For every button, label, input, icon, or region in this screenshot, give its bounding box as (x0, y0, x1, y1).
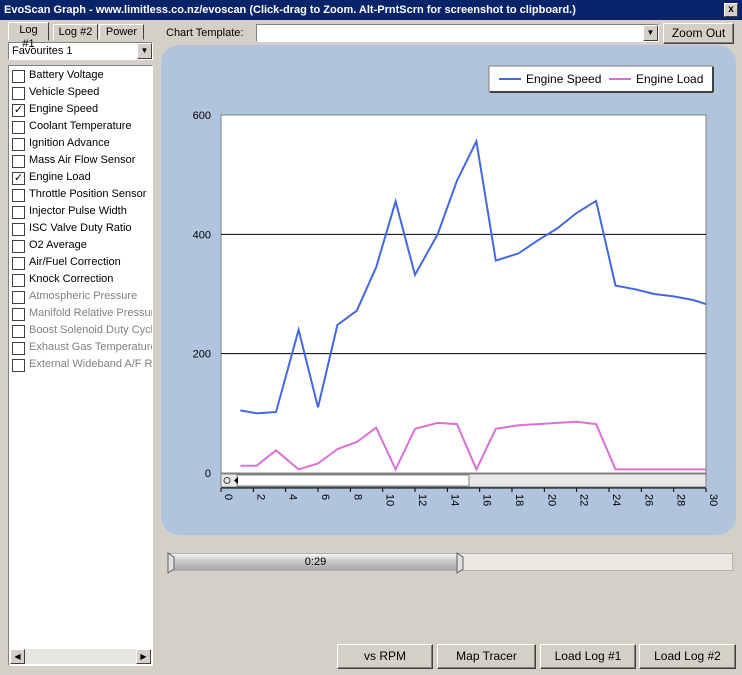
sensor-checkbox[interactable] (12, 206, 25, 219)
sensor-checkbox[interactable] (12, 274, 25, 287)
x-axis-scroll-thumb (236, 474, 470, 487)
sensor-label: External Wideband A/F Ratio (29, 358, 153, 370)
chevron-down-icon[interactable]: ▼ (643, 25, 658, 41)
sensor-label: Engine Speed (29, 103, 99, 115)
x-tick-label: 24 (610, 494, 622, 506)
x-tick-label: 6 (319, 494, 331, 500)
x-tick-label: 26 (642, 494, 654, 506)
x-tick-label: 30 (707, 494, 719, 506)
chart-template-label: Chart Template: (166, 27, 244, 39)
sensor-label: Ignition Advance (29, 137, 110, 149)
sensor-checkbox[interactable]: ✓ (12, 104, 25, 117)
tab-power[interactable]: Power (99, 24, 144, 40)
zoom-out-button[interactable]: Zoom Out (663, 23, 734, 44)
sensor-label: Coolant Temperature (29, 120, 132, 132)
sensor-checkbox[interactable] (12, 155, 25, 168)
y-tick-label: 400 (193, 229, 211, 241)
x-tick-label: 18 (513, 494, 525, 506)
window-title: EvoScan Graph - www.limitless.co.nz/evos… (4, 4, 576, 16)
x-tick-label: 14 (448, 494, 460, 506)
time-slider[interactable]: 0:29 (167, 552, 733, 574)
x-tick-label: 20 (545, 494, 557, 506)
y-tick-label: 200 (193, 349, 211, 361)
sensor-label: Air/Fuel Correction (29, 256, 121, 268)
y-tick-label: 0 (205, 468, 211, 480)
sensor-label: Knock Correction (29, 273, 114, 285)
close-button[interactable]: x (724, 3, 738, 17)
x-tick-label: 16 (481, 494, 493, 506)
x-tick-label: 28 (675, 494, 687, 506)
sensor-checkbox[interactable] (12, 342, 25, 355)
sensor-label: ISC Valve Duty Ratio (29, 222, 132, 234)
load-log-2-button[interactable]: Load Log #2 (639, 644, 736, 669)
tab-log-2[interactable]: Log #2 (53, 24, 98, 40)
sensor-checkbox[interactable] (12, 189, 25, 202)
sensor-checkbox[interactable] (12, 240, 25, 253)
sensor-label: Atmospheric Pressure (29, 290, 138, 302)
legend-label: Engine Load (636, 72, 703, 86)
sensor-label: Throttle Position Sensor (29, 188, 147, 200)
sensor-checkbox[interactable] (12, 121, 25, 134)
x-tick-label: 12 (416, 494, 428, 506)
time-slider-label: 0:29 (304, 556, 327, 568)
sensor-list-scrollbar[interactable]: ◀ ▶ (10, 649, 151, 664)
x-tick-label: 10 (384, 494, 396, 506)
tab-log-1[interactable]: Log #1 (8, 22, 49, 50)
scroll-left-icon[interactable]: ◀ (10, 649, 25, 664)
legend-label: Engine Speed (526, 72, 601, 86)
sensor-label: Mass Air Flow Sensor (29, 154, 136, 166)
sensor-label: Vehicle Speed (29, 86, 100, 98)
chart[interactable]: 02004006000 2 4 6 8 10 12 14 16 18 20 22 24 26 28 30Eng… (161, 45, 736, 535)
x-tick-label: 4 (287, 494, 299, 500)
slider-end-handle[interactable] (456, 552, 464, 574)
slider-start-handle[interactable] (167, 552, 175, 574)
x-tick-label: 22 (578, 494, 590, 506)
load-log-1-button[interactable]: Load Log #1 (540, 644, 636, 669)
x-tick-label: 2 (254, 494, 266, 500)
chart-template-dropdown[interactable]: ▼ (256, 24, 659, 42)
sensor-checkbox[interactable] (12, 70, 25, 83)
chart-panel[interactable]: 0 200 400 600 0 2 4 6 8 10 12 14 16 18 20 22 24 26 28 30 Eng… (161, 45, 736, 535)
map-tracer-button[interactable]: Map Tracer (437, 644, 536, 669)
sensor-checkbox[interactable] (12, 87, 25, 100)
scroll-right-icon[interactable]: ▶ (136, 649, 151, 664)
x-tick-label: 8 (351, 494, 363, 500)
sensor-checkbox[interactable] (12, 223, 25, 236)
sensor-label: Manifold Relative Pressure (29, 307, 153, 319)
sensor-list: Battery Voltage Vehicle Speed ✓ Engine Spee… (8, 65, 153, 666)
sensor-label: Battery Voltage (29, 69, 104, 81)
favourites-selected: Favourites 1 (12, 45, 73, 57)
sensor-checkbox[interactable] (12, 308, 25, 321)
sensor-checkbox[interactable] (12, 359, 25, 372)
y-tick-label: 600 (193, 110, 211, 122)
sensor-label: Injector Pulse Width (29, 205, 127, 217)
chevron-down-icon[interactable]: ▼ (137, 43, 152, 59)
close-icon: x (728, 4, 734, 15)
sensor-label: Exhaust Gas Temperature (29, 341, 153, 353)
sensor-label: Boost Solenoid Duty Cycle (29, 324, 153, 336)
sensor-checkbox[interactable] (12, 257, 25, 270)
sensor-label: O2 Average (29, 239, 87, 251)
sensor-checkbox[interactable] (12, 291, 25, 304)
sensor-checkbox[interactable]: ✓ (12, 172, 25, 185)
sensor-checkbox[interactable] (12, 325, 25, 338)
vs-rpm-button[interactable]: vs RPM (337, 644, 433, 669)
title-bar: EvoScan Graph - www.limitless.co.nz/evos… (0, 0, 742, 20)
sensor-label: Engine Load (29, 171, 91, 183)
x-tick-label: 0 (222, 494, 234, 500)
sensor-checkbox[interactable] (12, 138, 25, 151)
